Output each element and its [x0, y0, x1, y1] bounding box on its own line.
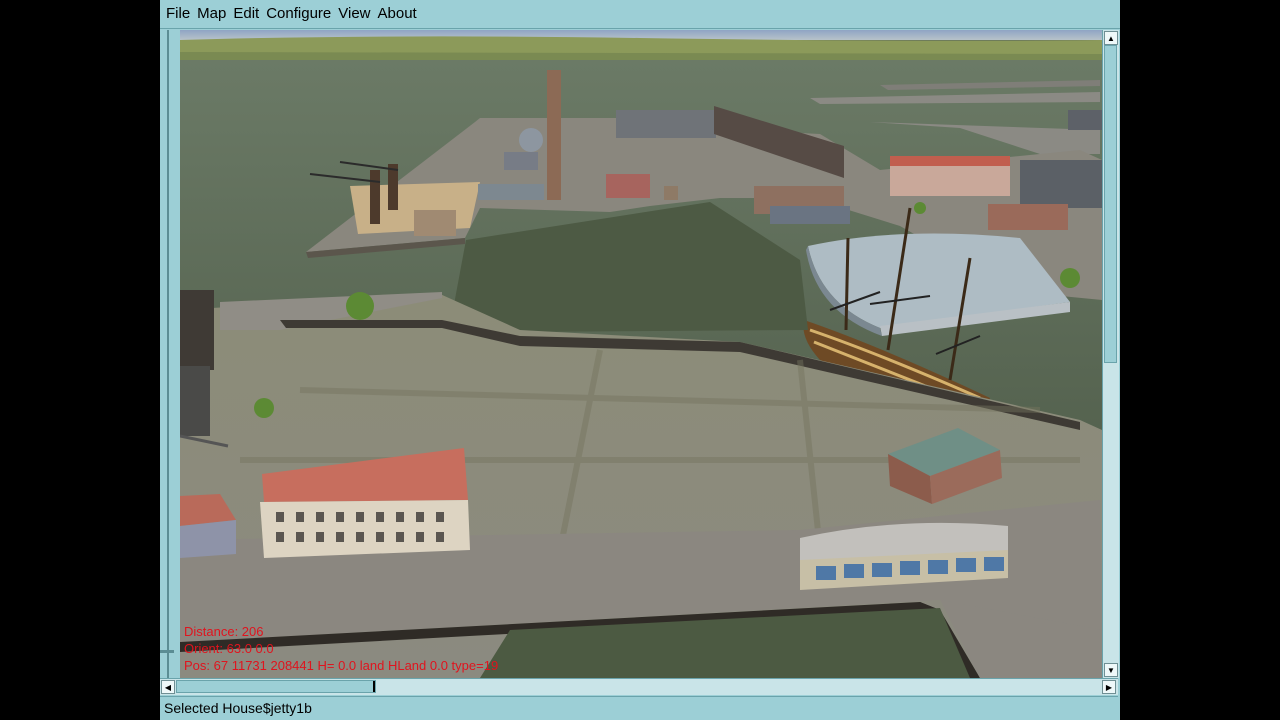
scroll-down-button[interactable]: ▼	[1104, 663, 1118, 677]
dark-hangar	[1020, 160, 1102, 208]
3d-map-viewport[interactable]: Distance: 206 Orient: 63.0 0.0 Pos: 67 1…	[180, 30, 1102, 678]
scroll-thumb-grip	[373, 681, 375, 692]
chimney	[547, 70, 561, 200]
harbor-scene[interactable]	[180, 30, 1102, 678]
scroll-up-button[interactable]: ▲	[1104, 31, 1118, 45]
tree	[914, 202, 926, 214]
distance-readout: Distance: 206	[184, 624, 264, 639]
scroll-right-button[interactable]: ▶	[1102, 680, 1116, 694]
menu-edit[interactable]: Edit	[230, 0, 263, 28]
ruler-tick	[160, 650, 174, 653]
status-bar: Selected House$jetty1b	[160, 696, 1118, 718]
small-shed	[664, 186, 678, 200]
ruler-edge	[167, 30, 169, 678]
vertical-scroll-thumb[interactable]	[1104, 45, 1117, 363]
warehouse	[478, 184, 544, 200]
tree	[254, 398, 274, 418]
orient-readout: Orient: 63.0 0.0	[184, 641, 274, 656]
scroll-left-button[interactable]: ◀	[161, 680, 175, 694]
menu-about[interactable]: About	[375, 0, 421, 28]
shed	[414, 210, 456, 236]
tree	[1060, 268, 1080, 288]
menu-map[interactable]: Map	[194, 0, 230, 28]
menu-bar: File Map Edit Configure View About	[160, 0, 1120, 29]
red-roof	[890, 156, 1010, 166]
menu-file[interactable]: File	[160, 0, 194, 28]
vertical-scrollbar[interactable]: ▲ ▼	[1102, 30, 1119, 678]
menu-configure[interactable]: Configure	[263, 0, 335, 28]
house	[504, 152, 538, 170]
tree	[346, 292, 374, 320]
oil-tank	[519, 128, 543, 152]
horizontal-scroll-thumb[interactable]	[176, 680, 376, 693]
position-readout: Pos: 67 11731 208441 H= 0.0 land HLand 0…	[184, 658, 499, 673]
building-blue	[770, 206, 850, 224]
red-building	[606, 174, 650, 198]
menu-view[interactable]: View	[335, 0, 374, 28]
horizontal-scrollbar[interactable]: ◀ ▶	[160, 678, 1118, 695]
left-ruler	[160, 30, 180, 678]
brick-building	[988, 204, 1068, 230]
map-editor-window: File Map Edit Configure View About Dista…	[160, 0, 1120, 720]
hangar-far	[616, 110, 716, 138]
